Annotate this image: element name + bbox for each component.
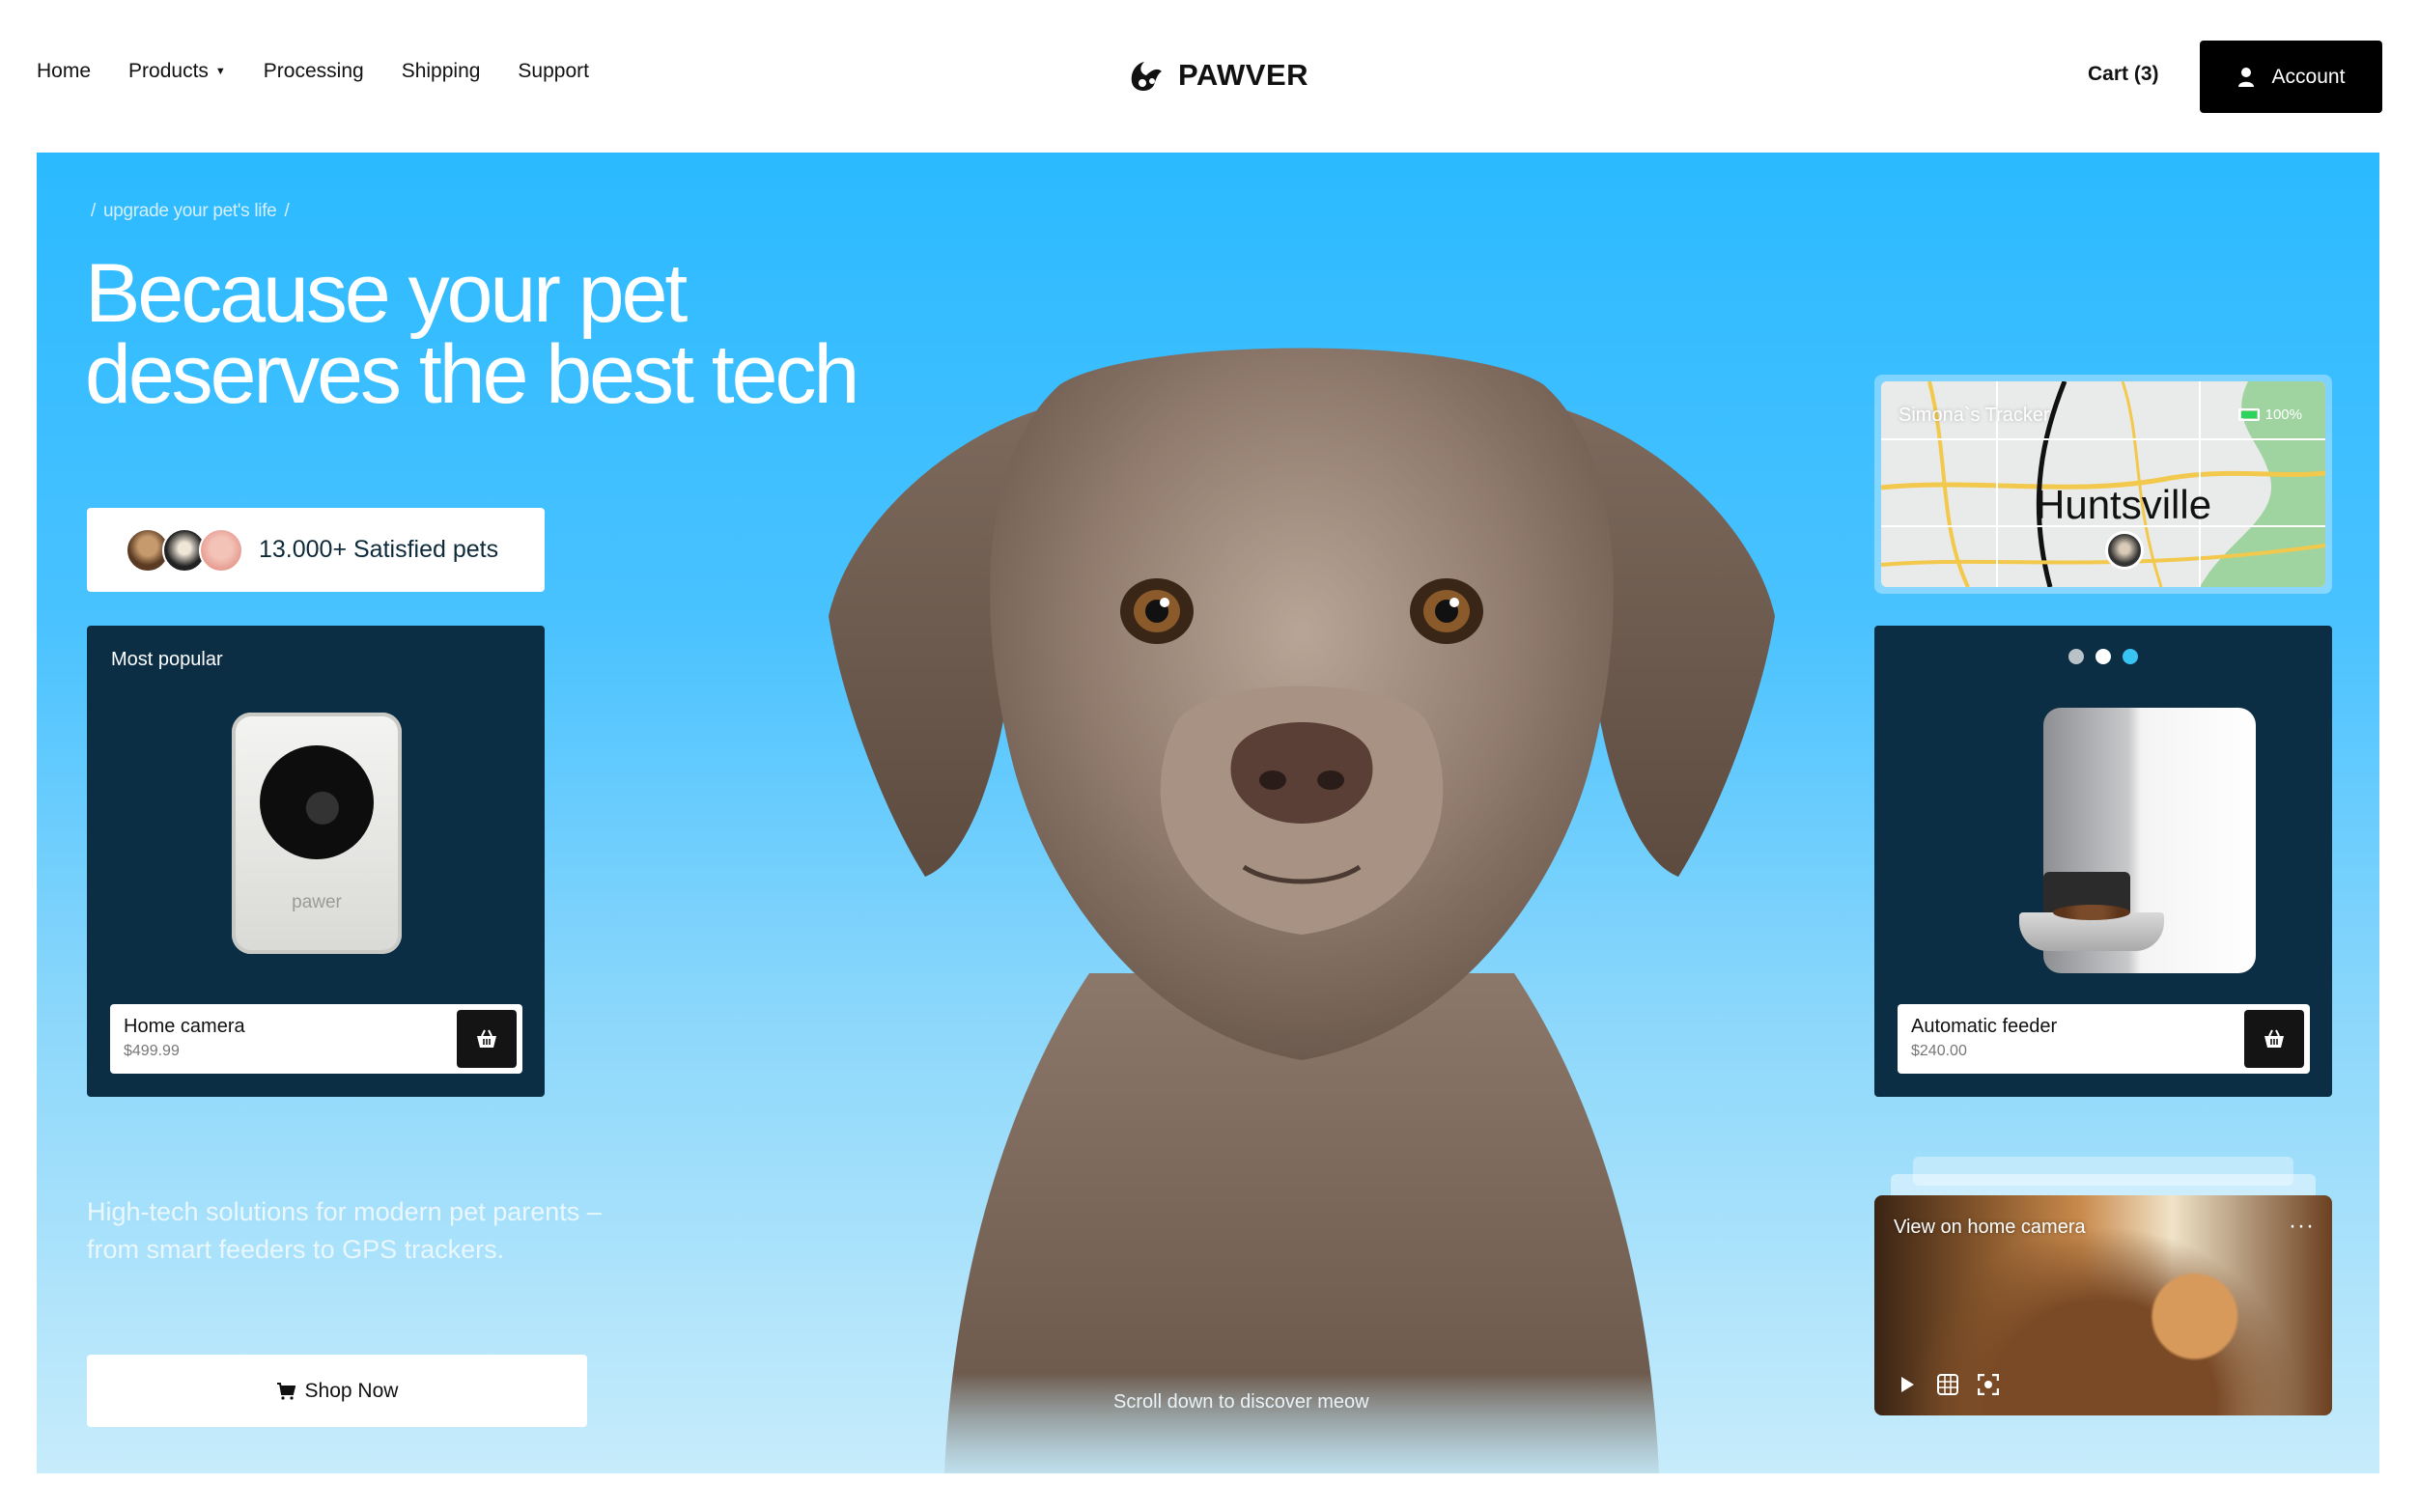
battery-status: 100% [2237,406,2302,423]
nav-products-label: Products [128,60,209,82]
carousel-dot-active[interactable] [2123,649,2138,664]
basket-icon [2264,1029,2284,1048]
product-name[interactable]: Automatic feeder [1911,1016,2057,1038]
nav-shipping-label: Shipping [401,60,481,82]
shop-now-label: Shop Now [304,1379,399,1402]
video-title: View on home camera [1894,1217,2086,1238]
hero-section: / upgrade your pet's life / Because your p… [37,153,2379,1473]
most-popular-tag: Most popular [111,649,223,670]
home-camera-video-card[interactable]: View on home camera ··· [1874,1195,2332,1415]
caret-down-icon: ▼ [214,66,226,77]
product-price: $240.00 [1911,1043,1967,1059]
brand-name: PAWVER [1178,58,1309,92]
tracker-title: Simona`s Tracker [1899,405,2050,426]
account-label: Account [2271,65,2346,88]
account-button[interactable]: Account [2200,41,2382,113]
tracker-map[interactable]: Simona`s Tracker 100% Huntsville [1881,381,2325,587]
nav-home[interactable]: Home [37,60,91,83]
nav-processing[interactable]: Processing [264,60,364,83]
play-icon[interactable] [1896,1373,1919,1396]
camera-brand-text: pawer [292,892,342,912]
gps-tracker-card[interactable]: Simona`s Tracker 100% Huntsville [1874,375,2332,594]
cart-icon [276,1382,295,1400]
hero-tagline: High-tech solutions for modern pet paren… [87,1197,602,1264]
nav-home-label: Home [37,60,92,82]
battery-icon [2237,408,2260,421]
breadcrumb: / upgrade your pet's life / [87,201,293,222]
user-icon [2237,67,2254,87]
hero-headline: Because your pet deserves the best tech [85,252,954,416]
satisfied-pets-badge: 13.000+ Satisfied pets [87,508,545,592]
main-nav: Home Products ▼ Processing Shipping Suppo… [37,60,627,83]
nav-support[interactable]: Support [518,60,589,83]
pet-avatars [126,527,243,573]
pet-avatar [199,527,243,573]
nav-shipping[interactable]: Shipping [402,60,481,83]
carousel-dot[interactable] [2068,649,2084,664]
brand-logo[interactable]: PAWVER [1125,56,1308,95]
scroll-hint: Scroll down to discover meow [1113,1391,1369,1413]
breadcrumb-separator: / [91,201,96,221]
breadcrumb-separator: / [284,201,290,221]
shop-now-button[interactable]: Shop Now [87,1355,587,1427]
map-pin-avatar-icon[interactable] [2105,531,2144,570]
nav-processing-label: Processing [263,60,364,82]
camera-lens [260,745,374,859]
add-to-basket-button[interactable] [2244,1010,2304,1068]
headline-line-1: Because your pet [85,247,688,340]
feeder-food [2053,905,2130,920]
nav-support-label: Support [518,60,589,82]
more-icon[interactable]: ··· [2289,1213,2315,1240]
map-city-label: Huntsville [2036,482,2212,527]
breadcrumb-item[interactable]: upgrade your pet's life [103,201,277,221]
site-header: Home Products ▼ Processing Shipping Suppo… [0,0,2419,153]
basket-icon [477,1029,496,1048]
home-camera-image: pawer [232,713,402,954]
carousel-dot[interactable] [2096,649,2111,664]
product-price: $499.99 [124,1043,180,1059]
product-card-home-camera[interactable]: Most popular pawer Home camera $499.99 [87,626,545,1097]
nav-products[interactable]: Products ▼ [128,60,226,83]
fullscreen-icon[interactable] [1977,1373,2000,1396]
satisfied-pets-text: 13.000+ Satisfied pets [259,536,499,563]
carousel-dots [1874,649,2332,664]
battery-fill [2240,411,2257,418]
cart-link[interactable]: Cart (3) [2088,63,2159,86]
product-name[interactable]: Home camera [124,1016,245,1038]
product-info-bar: Home camera $499.99 [110,1004,522,1074]
headline-line-2: deserves the best tech [85,328,859,421]
paw-logo-icon [1131,62,1162,91]
product-card-automatic-feeder[interactable]: Automatic feeder $240.00 [1874,626,2332,1097]
battery-percent: 100% [2264,406,2302,423]
video-controls [1896,1373,2017,1396]
dog-hero-image [829,348,1775,1473]
grid-icon[interactable] [1936,1373,1959,1396]
add-to-basket-button[interactable] [457,1010,517,1068]
automatic-feeder-image [2010,708,2256,973]
product-info-bar: Automatic feeder $240.00 [1898,1004,2310,1074]
